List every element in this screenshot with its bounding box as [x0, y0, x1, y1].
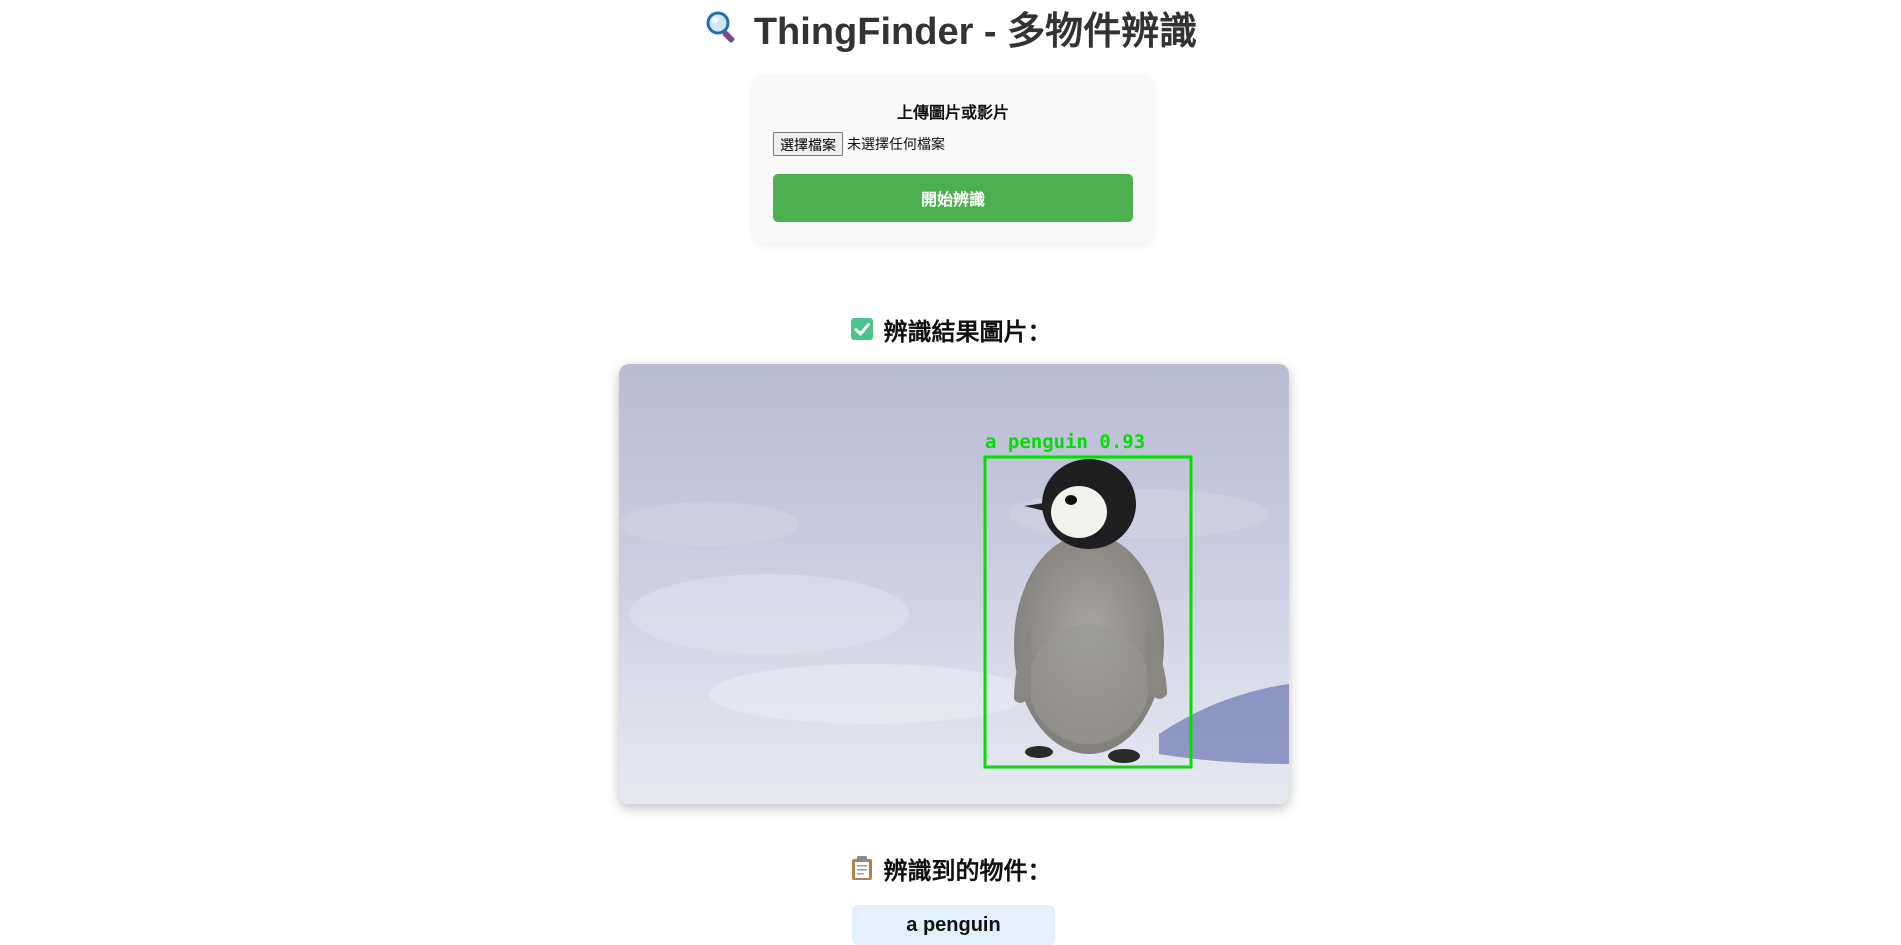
- detected-object-item: a penguin: [852, 905, 1055, 945]
- result-heading-text: 辨識結果圖片：: [883, 318, 1052, 346]
- start-recognition-button[interactable]: 開始辨識: [773, 174, 1133, 222]
- detection-label: a penguin 0.93: [985, 431, 1145, 453]
- upload-label: 上傳圖片或影片: [896, 105, 1009, 122]
- clipboard-icon: [851, 856, 872, 880]
- result-image: a penguin 0.93: [619, 364, 1289, 804]
- file-input[interactable]: 選擇檔案 未選擇任何檔案: [773, 131, 1133, 157]
- penguin-photo: a penguin 0.93: [619, 364, 1289, 804]
- check-mark-icon: [850, 318, 873, 340]
- result-heading: 辨識結果圖片：: [0, 312, 1901, 346]
- magnifier-icon: [706, 11, 735, 43]
- objects-heading-text: 辨識到的物件：: [883, 857, 1052, 885]
- file-status: 未選擇任何檔案: [847, 136, 945, 152]
- upload-form: 上傳圖片或影片 選擇檔案 未選擇任何檔案 開始辨識: [753, 75, 1153, 243]
- objects-heading: 辨識到的物件：: [0, 851, 1901, 885]
- choose-file-button[interactable]: 選擇檔案: [773, 132, 843, 156]
- page-title-text: ThingFinder - 多物件辨識: [753, 10, 1198, 53]
- page-title: ThingFinder - 多物件辨識: [0, 4, 1901, 53]
